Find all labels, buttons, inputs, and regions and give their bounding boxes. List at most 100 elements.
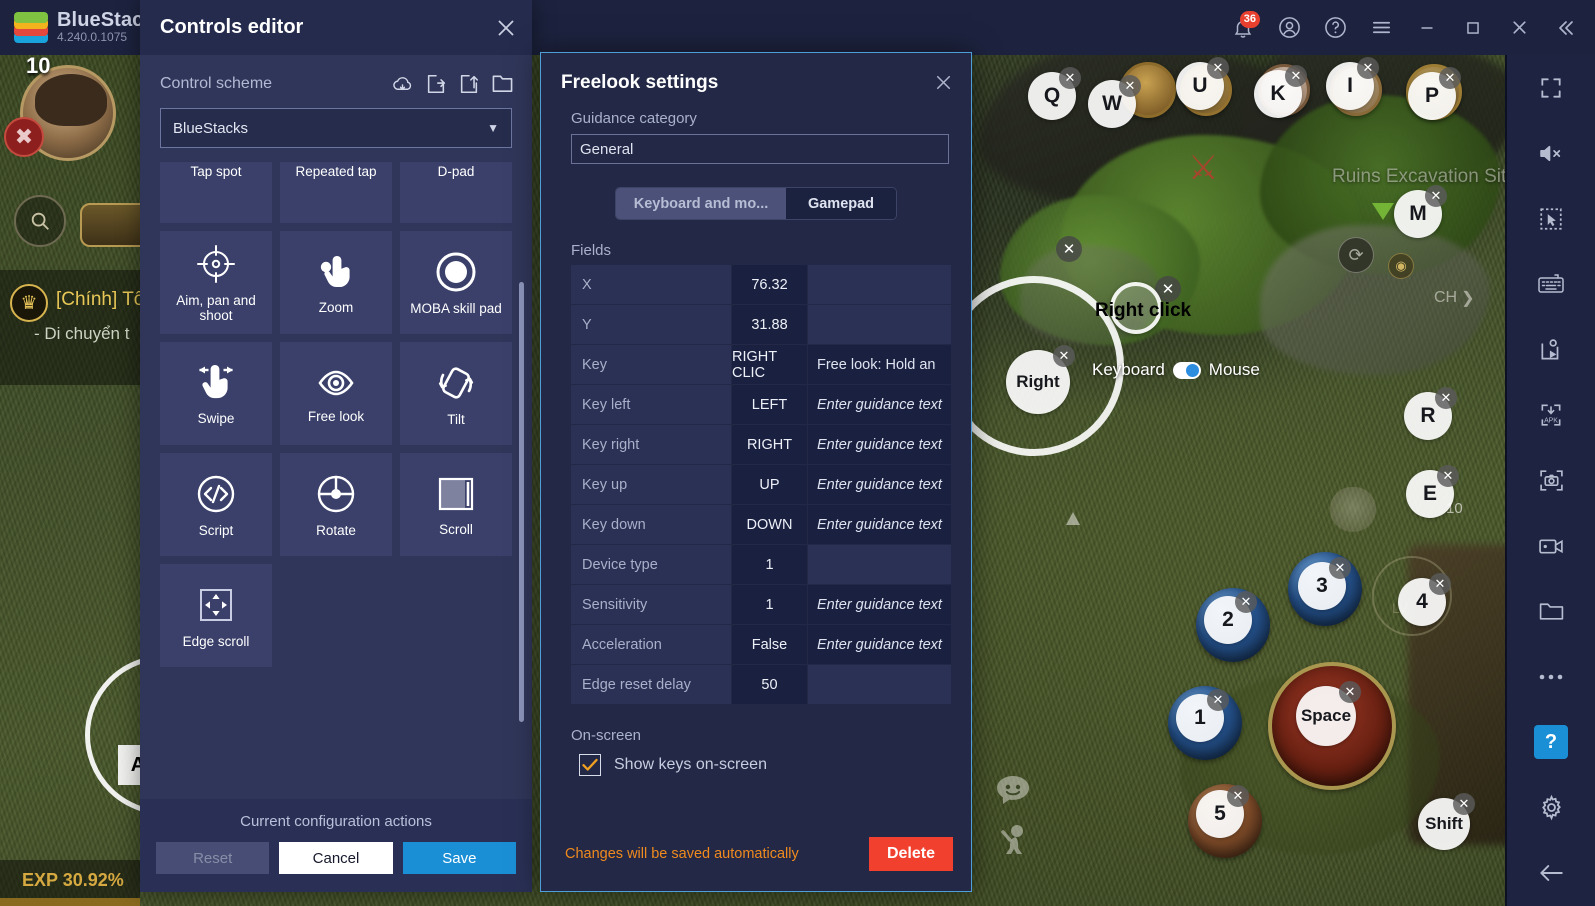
field-guidance[interactable]: Free look: Hold an xyxy=(808,345,951,384)
sidebar-item-media-manager[interactable] xyxy=(1506,579,1595,644)
tab-keyboard-and-mouse[interactable]: Keyboard and mo... xyxy=(616,188,786,219)
export-icon[interactable] xyxy=(458,73,480,95)
loot-bag-icon[interactable] xyxy=(1330,487,1376,533)
movement-joystick[interactable] xyxy=(85,655,140,815)
control-tile-script[interactable]: Script xyxy=(160,453,272,556)
notifications-button[interactable]: 36 xyxy=(1221,6,1265,50)
close-icon[interactable] xyxy=(494,16,518,40)
help-button[interactable] xyxy=(1313,6,1357,50)
field-guidance[interactable]: Enter guidance text xyxy=(808,625,951,664)
account-button[interactable] xyxy=(1267,6,1311,50)
sidebar-item-mute[interactable] xyxy=(1506,120,1595,185)
field-value[interactable]: LEFT xyxy=(732,385,807,424)
field-value[interactable]: 76.32 xyxy=(732,265,807,304)
key-overlay-1[interactable]: 1 ✕ xyxy=(1176,689,1229,742)
remove-key-icon[interactable]: ✕ xyxy=(1357,57,1379,79)
sidebar-item-more[interactable] xyxy=(1506,644,1595,709)
controls-scrollbar[interactable] xyxy=(519,282,524,722)
key-overlay-k[interactable]: K ✕ xyxy=(1254,65,1307,118)
sidebar-item-multi-select[interactable] xyxy=(1506,186,1595,251)
menu-button[interactable] xyxy=(1359,6,1403,50)
remove-key-icon[interactable]: ✕ xyxy=(1059,67,1081,89)
cancel-button[interactable]: Cancel xyxy=(279,842,393,874)
remove-key-icon[interactable]: ✕ xyxy=(1207,57,1229,79)
tab-gamepad[interactable]: Gamepad xyxy=(786,188,896,219)
key-overlay-5[interactable]: 5 ✕ xyxy=(1196,785,1249,838)
key-overlay-space[interactable]: Space ✕ xyxy=(1296,681,1361,746)
control-tile-tap-spot[interactable]: Tap spot xyxy=(160,162,272,223)
quest-banner[interactable] xyxy=(80,203,140,247)
remove-key-icon[interactable]: ✕ xyxy=(1285,65,1307,87)
remove-key-icon[interactable]: ✕ xyxy=(1437,465,1459,487)
remove-key-icon[interactable]: ✕ xyxy=(1453,793,1475,815)
delete-button[interactable]: Delete xyxy=(868,837,953,871)
channel-selector[interactable]: CH ❯ xyxy=(1434,288,1475,308)
sidebar-item-fullscreen[interactable] xyxy=(1506,55,1595,120)
control-scheme-select[interactable]: BlueStacks ▼ xyxy=(160,108,512,148)
sidebar-item-macro-recorder[interactable] xyxy=(1506,317,1595,382)
key-overlay-3[interactable]: 3 ✕ xyxy=(1298,557,1351,610)
sidebar-item-install-apk[interactable]: APK xyxy=(1506,382,1595,447)
sidebar-item-screenshot[interactable] xyxy=(1506,448,1595,513)
field-value[interactable]: 1 xyxy=(732,545,807,584)
control-tile-moba-skill-pad[interactable]: MOBA skill pad xyxy=(400,231,512,334)
import-icon[interactable] xyxy=(425,73,447,95)
control-tile-swipe[interactable]: Swipe xyxy=(160,342,272,445)
control-tile-d-pad[interactable]: D-pad xyxy=(400,162,512,223)
field-value[interactable]: DOWN xyxy=(732,505,807,544)
control-tile-aim-pan-and-shoot[interactable]: Aim, pan and shoot xyxy=(160,231,272,334)
field-guidance[interactable]: Enter guidance text xyxy=(808,385,951,424)
key-overlay-u[interactable]: U ✕ xyxy=(1176,57,1229,110)
control-tile-edge-scroll[interactable]: Edge scroll xyxy=(160,564,272,667)
key-overlay-e[interactable]: E ✕ xyxy=(1406,465,1459,518)
save-button[interactable]: Save xyxy=(402,842,516,874)
maximize-button[interactable] xyxy=(1451,6,1495,50)
keyboard-mouse-toggle[interactable]: Keyboard Mouse xyxy=(1092,360,1260,380)
sidebar-item-game-controls[interactable] xyxy=(1506,251,1595,316)
key-overlay-i[interactable]: I ✕ xyxy=(1326,57,1379,110)
sidebar-item-settings[interactable] xyxy=(1506,775,1595,840)
remove-key-icon[interactable]: ✕ xyxy=(1425,185,1447,207)
control-tile-tilt[interactable]: Tilt xyxy=(400,342,512,445)
toggle-switch[interactable] xyxy=(1172,361,1201,379)
field-guidance[interactable]: Enter guidance text xyxy=(808,585,951,624)
field-value[interactable]: RIGHT xyxy=(732,425,807,464)
field-guidance[interactable]: Enter guidance text xyxy=(808,465,951,504)
remove-key-icon[interactable]: ✕ xyxy=(1235,591,1257,613)
reset-button[interactable]: Reset xyxy=(156,842,270,874)
sidebar-item-help[interactable]: ? xyxy=(1506,710,1595,775)
remove-key-icon[interactable]: ✕ xyxy=(1227,785,1249,807)
key-overlay-2[interactable]: 2 ✕ xyxy=(1204,591,1257,644)
field-guidance[interactable]: Enter guidance text xyxy=(808,505,951,544)
field-value[interactable]: 31.88 xyxy=(732,305,807,344)
key-overlay-right[interactable]: Right ✕ xyxy=(1006,345,1075,414)
key-overlay-r[interactable]: R ✕ xyxy=(1404,387,1457,440)
minimize-button[interactable] xyxy=(1405,6,1449,50)
folder-icon[interactable] xyxy=(491,73,514,95)
remove-key-icon[interactable]: ✕ xyxy=(1439,67,1461,89)
remove-key-icon[interactable]: ✕ xyxy=(1339,681,1361,703)
key-overlay-m[interactable]: M ✕ xyxy=(1394,185,1447,238)
quest-marker-icon[interactable]: ⟳ xyxy=(1338,237,1374,273)
field-value[interactable]: UP xyxy=(732,465,807,504)
guidance-category-input[interactable]: General xyxy=(571,134,949,164)
key-overlay-p[interactable]: P ✕ xyxy=(1408,67,1461,120)
remove-key-icon[interactable]: ✕ xyxy=(1207,689,1229,711)
remove-key-icon[interactable]: ✕ xyxy=(1053,345,1075,367)
field-value[interactable]: 1 xyxy=(732,585,807,624)
remove-key-icon[interactable]: ✕ xyxy=(1119,75,1141,97)
field-guidance[interactable]: Enter guidance text xyxy=(808,425,951,464)
key-overlay-a[interactable]: A xyxy=(118,745,140,785)
close-button[interactable] xyxy=(1497,6,1541,50)
sidebar-item-screen-record[interactable] xyxy=(1506,513,1595,578)
emote-chat-icon[interactable] xyxy=(996,775,1030,810)
field-value[interactable]: RIGHT CLIC xyxy=(732,345,807,384)
emote-action-icon[interactable] xyxy=(1000,822,1032,861)
cloud-sync-icon[interactable] xyxy=(391,73,414,95)
remove-key-icon[interactable]: ✕ xyxy=(1429,573,1451,595)
control-tile-repeated-tap[interactable]: Repeated tap xyxy=(280,162,392,223)
key-overlay-4[interactable]: 4 ✕ xyxy=(1398,573,1451,626)
collapse-button[interactable] xyxy=(1543,6,1587,50)
control-tile-zoom[interactable]: Zoom xyxy=(280,231,392,334)
control-tile-rotate[interactable]: Rotate xyxy=(280,453,392,556)
